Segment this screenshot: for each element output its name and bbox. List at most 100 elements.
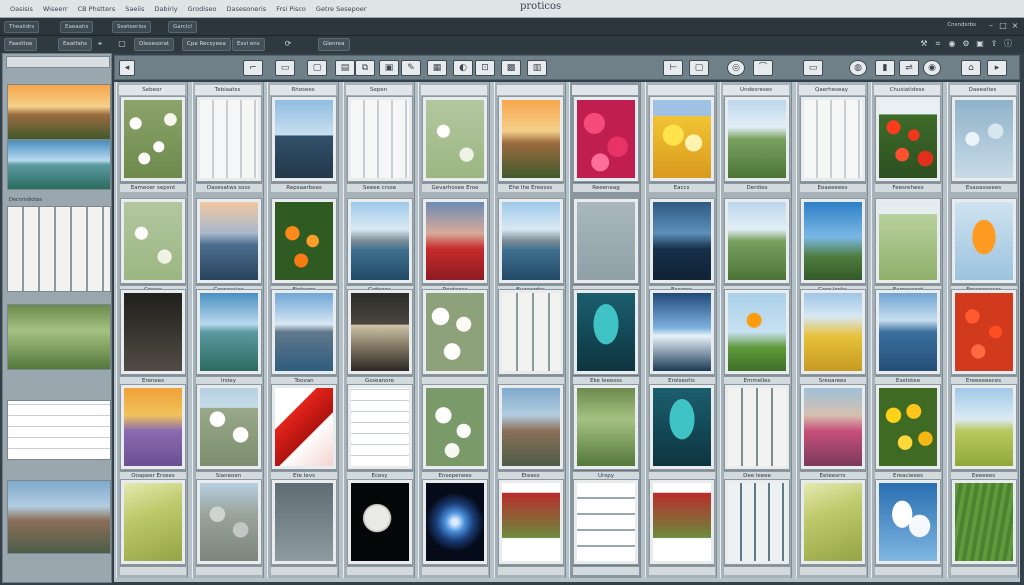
photo-thumbnail[interactable] bbox=[950, 479, 1017, 565]
photo-icon[interactable]: ⊡ bbox=[475, 60, 495, 76]
photo-thumbnail[interactable] bbox=[195, 96, 262, 182]
filter-chip[interactable]: Glenrea bbox=[318, 38, 350, 51]
photo-thumbnail[interactable] bbox=[120, 198, 186, 284]
photo-thumbnail[interactable] bbox=[648, 479, 715, 565]
filter-chip[interactable]: Esvi ens bbox=[232, 38, 265, 51]
refresh-icon[interactable]: ⟳ bbox=[282, 38, 294, 50]
photo-thumbnail[interactable] bbox=[724, 479, 790, 565]
column-header[interactable]: Undesreses bbox=[723, 85, 789, 95]
crop-icon[interactable]: ⌐ bbox=[243, 60, 263, 76]
column-header[interactable]: Sepen bbox=[345, 85, 412, 95]
menu-item[interactable]: Grodiseo bbox=[188, 5, 217, 13]
photo-thumbnail[interactable] bbox=[346, 96, 413, 182]
photo-thumbnail[interactable] bbox=[573, 198, 639, 284]
cloud-icon[interactable]: ◍ bbox=[849, 60, 867, 76]
photo-thumbnail[interactable] bbox=[271, 384, 337, 470]
photo-thumbnail[interactable] bbox=[875, 96, 941, 182]
photo-thumbnail[interactable] bbox=[950, 96, 1017, 182]
photo-thumbnail[interactable] bbox=[573, 479, 639, 565]
photo-thumbnail[interactable] bbox=[497, 96, 564, 182]
folder-icon[interactable]: ⌒ bbox=[753, 60, 773, 76]
photo-thumbnail[interactable] bbox=[195, 198, 262, 284]
column-header[interactable]: Tebiaatss bbox=[194, 85, 261, 95]
photo-thumbnail[interactable] bbox=[346, 384, 413, 470]
frame-icon[interactable]: ▭ bbox=[275, 60, 295, 76]
photo-thumbnail[interactable] bbox=[497, 384, 564, 470]
info-icon[interactable]: ⓘ bbox=[1002, 38, 1014, 50]
photo-thumbnail[interactable] bbox=[724, 289, 790, 375]
menu-item[interactable]: Frsi Pisco bbox=[276, 5, 306, 13]
minimize-icon[interactable]: – bbox=[986, 21, 996, 31]
photo-thumbnail[interactable] bbox=[422, 96, 488, 182]
photo-thumbnail[interactable] bbox=[875, 289, 941, 375]
filter-chip[interactable]: Faasttoe bbox=[4, 38, 38, 51]
export-icon[interactable]: ⇌ bbox=[899, 60, 919, 76]
bookmark-icon[interactable]: ▮ bbox=[875, 60, 895, 76]
photo-thumbnail[interactable] bbox=[648, 289, 715, 375]
photo-thumbnail[interactable] bbox=[497, 479, 564, 565]
photo-thumbnail[interactable] bbox=[120, 289, 186, 375]
column-header[interactable]: Daeeaties bbox=[949, 85, 1016, 95]
column-header[interactable]: Chusiatidess bbox=[874, 85, 940, 95]
edit-icon[interactable]: ⊢ bbox=[663, 60, 683, 76]
photo-thumbnail[interactable] bbox=[799, 198, 866, 284]
maximize-icon[interactable]: □ bbox=[998, 21, 1008, 31]
column-header[interactable]: Rhosees bbox=[270, 85, 336, 95]
column-header[interactable] bbox=[421, 85, 487, 95]
photo-thumbnail[interactable] bbox=[422, 289, 488, 375]
photo-thumbnail[interactable] bbox=[195, 479, 262, 565]
stack-icon[interactable]: ▤ bbox=[335, 60, 355, 76]
lock-icon[interactable]: ▣ bbox=[974, 38, 986, 50]
menu-item[interactable]: Dabiriy bbox=[154, 5, 177, 13]
photo-thumbnail[interactable] bbox=[799, 384, 866, 470]
settings-icon[interactable]: ⚙ bbox=[960, 38, 972, 50]
photo-thumbnail[interactable] bbox=[875, 384, 941, 470]
lens-icon[interactable]: ▢ bbox=[689, 60, 709, 76]
photo-thumbnail[interactable] bbox=[875, 198, 941, 284]
tab-item[interactable]: Garcicl bbox=[168, 21, 197, 33]
menu-item[interactable]: Oasisis bbox=[10, 5, 33, 13]
photo-thumbnail[interactable] bbox=[799, 479, 866, 565]
photo-thumbnail[interactable] bbox=[422, 198, 488, 284]
photo-thumbnail[interactable] bbox=[497, 289, 564, 375]
crop-icon[interactable]: ⌗ bbox=[932, 38, 944, 50]
photo-thumbnail[interactable] bbox=[875, 479, 941, 565]
photo-thumbnail[interactable] bbox=[799, 96, 866, 182]
photo-thumbnail[interactable] bbox=[497, 198, 564, 284]
link-icon[interactable]: ◎ bbox=[727, 60, 745, 76]
photo-thumbnail[interactable] bbox=[724, 198, 790, 284]
panel-icon[interactable]: ▥ bbox=[527, 60, 547, 76]
photo-thumbnail[interactable] bbox=[271, 96, 337, 182]
tab-item[interactable]: Theaiidrs bbox=[4, 21, 40, 33]
share-icon[interactable]: ⇪ bbox=[988, 38, 1000, 50]
photo-thumbnail[interactable] bbox=[648, 198, 715, 284]
pen-icon[interactable]: ✎ bbox=[401, 60, 421, 76]
photo-thumbnail[interactable] bbox=[120, 96, 186, 182]
menu-item[interactable]: Dasesoneris bbox=[226, 5, 266, 13]
photo-thumbnail[interactable] bbox=[724, 96, 790, 182]
photo-thumbnail[interactable] bbox=[950, 289, 1017, 375]
photo-thumbnail[interactable] bbox=[724, 384, 790, 470]
photo-thumbnail[interactable] bbox=[271, 289, 337, 375]
photo-thumbnail[interactable] bbox=[271, 479, 337, 565]
photo-thumbnail[interactable] bbox=[120, 479, 186, 565]
sidebar-thumb[interactable] bbox=[7, 400, 111, 460]
column-header[interactable]: Sebeor bbox=[119, 85, 185, 95]
filter-chip[interactable]: Eeatfahs bbox=[58, 38, 93, 51]
photo-thumbnail[interactable] bbox=[422, 479, 488, 565]
photo-thumbnail[interactable] bbox=[346, 479, 413, 565]
sidebar-thumb[interactable] bbox=[7, 84, 111, 140]
column-header[interactable] bbox=[572, 85, 638, 95]
photo-thumbnail[interactable] bbox=[422, 384, 488, 470]
photo-thumbnail[interactable] bbox=[195, 289, 262, 375]
share-icon[interactable]: ▩ bbox=[501, 60, 521, 76]
tool-icon[interactable]: ⚒ bbox=[918, 38, 930, 50]
column-header[interactable]: Qaerheseay bbox=[798, 85, 865, 95]
sidebar-thumb[interactable] bbox=[7, 480, 111, 554]
tab-item[interactable]: Eaeaahs bbox=[60, 21, 94, 33]
photo-thumbnail[interactable] bbox=[346, 198, 413, 284]
photo-thumbnail[interactable] bbox=[195, 384, 262, 470]
photo-thumbnail[interactable] bbox=[799, 289, 866, 375]
sidebar-thumb[interactable] bbox=[7, 140, 111, 190]
globe-icon[interactable]: ▭ bbox=[803, 60, 823, 76]
